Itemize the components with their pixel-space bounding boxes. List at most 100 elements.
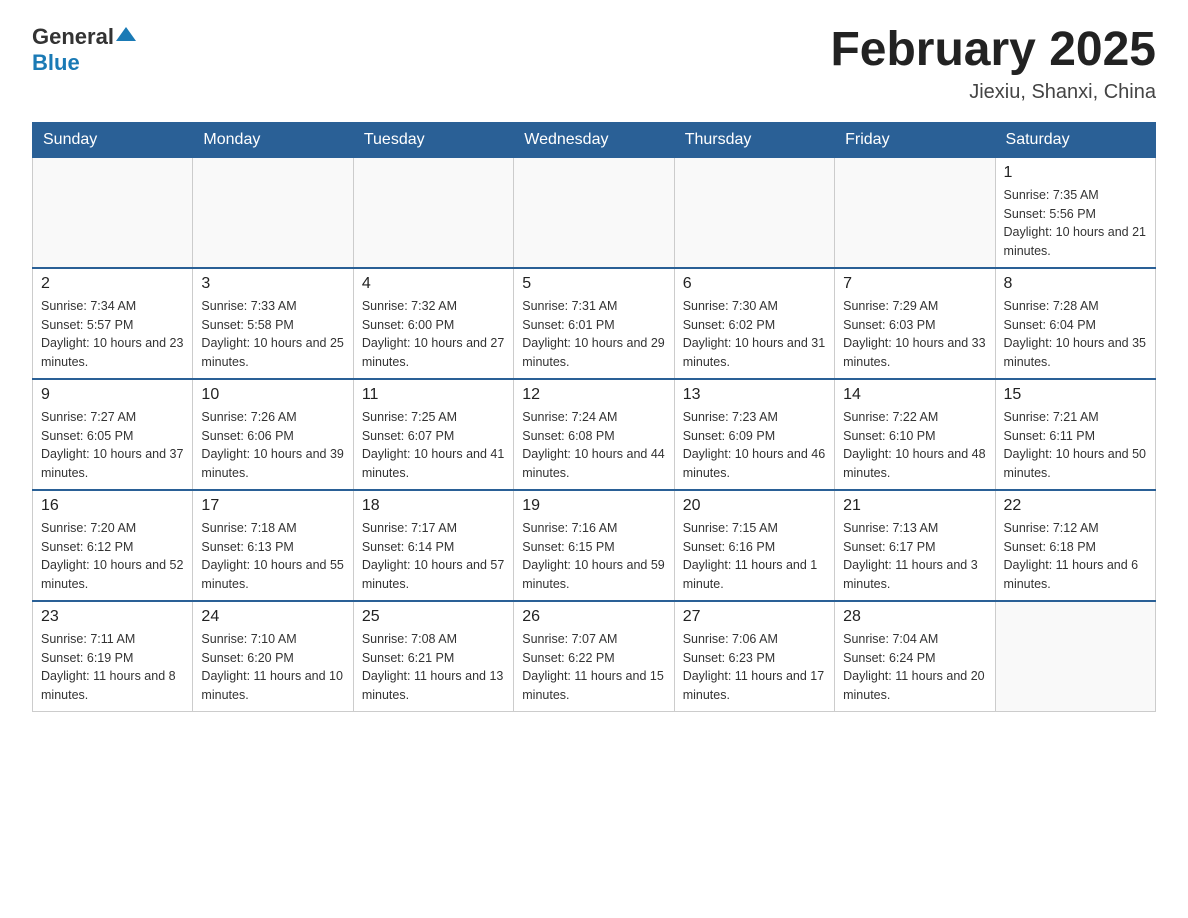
calendar-day-cell: 21 Sunrise: 7:13 AM Sunset: 6:17 PM Dayli…	[835, 490, 995, 601]
logo: General Blue	[32, 24, 136, 76]
calendar-month-title: February 2025	[830, 24, 1156, 77]
day-info: Sunrise: 7:10 AM Sunset: 6:20 PM Dayligh…	[201, 630, 344, 705]
day-info: Sunrise: 7:32 AM Sunset: 6:00 PM Dayligh…	[362, 297, 505, 372]
day-number: 26	[522, 608, 665, 626]
day-number: 14	[843, 386, 986, 404]
day-number: 23	[41, 608, 184, 626]
day-info: Sunrise: 7:33 AM Sunset: 5:58 PM Dayligh…	[201, 297, 344, 372]
day-number: 20	[683, 497, 826, 515]
day-info: Sunrise: 7:15 AM Sunset: 6:16 PM Dayligh…	[683, 519, 826, 594]
day-info: Sunrise: 7:12 AM Sunset: 6:18 PM Dayligh…	[1004, 519, 1147, 594]
day-info: Sunrise: 7:27 AM Sunset: 6:05 PM Dayligh…	[41, 408, 184, 483]
weekday-header-wednesday: Wednesday	[514, 122, 674, 157]
calendar-day-cell: 19 Sunrise: 7:16 AM Sunset: 6:15 PM Dayli…	[514, 490, 674, 601]
day-info: Sunrise: 7:20 AM Sunset: 6:12 PM Dayligh…	[41, 519, 184, 594]
day-info: Sunrise: 7:34 AM Sunset: 5:57 PM Dayligh…	[41, 297, 184, 372]
day-info: Sunrise: 7:30 AM Sunset: 6:02 PM Dayligh…	[683, 297, 826, 372]
day-info: Sunrise: 7:35 AM Sunset: 5:56 PM Dayligh…	[1004, 186, 1147, 261]
calendar-day-cell: 28 Sunrise: 7:04 AM Sunset: 6:24 PM Dayli…	[835, 601, 995, 712]
day-info: Sunrise: 7:07 AM Sunset: 6:22 PM Dayligh…	[522, 630, 665, 705]
day-info: Sunrise: 7:28 AM Sunset: 6:04 PM Dayligh…	[1004, 297, 1147, 372]
calendar-week-row: 9 Sunrise: 7:27 AM Sunset: 6:05 PM Daylig…	[33, 379, 1156, 490]
day-number: 5	[522, 275, 665, 293]
logo-triangle-icon	[116, 27, 136, 41]
day-number: 3	[201, 275, 344, 293]
day-number: 27	[683, 608, 826, 626]
calendar-day-cell	[995, 601, 1155, 712]
day-number: 12	[522, 386, 665, 404]
day-number: 1	[1004, 164, 1147, 182]
calendar-body: 1 Sunrise: 7:35 AM Sunset: 5:56 PM Daylig…	[33, 157, 1156, 711]
calendar-table: SundayMondayTuesdayWednesdayThursdayFrid…	[32, 122, 1156, 712]
day-info: Sunrise: 7:25 AM Sunset: 6:07 PM Dayligh…	[362, 408, 505, 483]
day-info: Sunrise: 7:23 AM Sunset: 6:09 PM Dayligh…	[683, 408, 826, 483]
day-number: 15	[1004, 386, 1147, 404]
weekday-header-friday: Friday	[835, 122, 995, 157]
day-number: 24	[201, 608, 344, 626]
calendar-week-row: 2Sunrise: 7:34 AM Sunset: 5:57 PM Daylig…	[33, 268, 1156, 379]
day-number: 8	[1004, 275, 1147, 293]
calendar-day-cell	[835, 157, 995, 268]
calendar-week-row: 16 Sunrise: 7:20 AM Sunset: 6:12 PM Dayli…	[33, 490, 1156, 601]
day-number: 28	[843, 608, 986, 626]
day-info: Sunrise: 7:18 AM Sunset: 6:13 PM Dayligh…	[201, 519, 344, 594]
calendar-day-cell: 1 Sunrise: 7:35 AM Sunset: 5:56 PM Daylig…	[995, 157, 1155, 268]
calendar-day-cell: 2Sunrise: 7:34 AM Sunset: 5:57 PM Daylig…	[33, 268, 193, 379]
calendar-header-row: SundayMondayTuesdayWednesdayThursdayFrid…	[33, 122, 1156, 157]
calendar-day-cell	[353, 157, 513, 268]
weekday-header-saturday: Saturday	[995, 122, 1155, 157]
day-info: Sunrise: 7:26 AM Sunset: 6:06 PM Dayligh…	[201, 408, 344, 483]
day-number: 10	[201, 386, 344, 404]
calendar-day-cell: 14 Sunrise: 7:22 AM Sunset: 6:10 PM Dayli…	[835, 379, 995, 490]
day-number: 9	[41, 386, 184, 404]
day-info: Sunrise: 7:04 AM Sunset: 6:24 PM Dayligh…	[843, 630, 986, 705]
calendar-day-cell: 6Sunrise: 7:30 AM Sunset: 6:02 PM Daylig…	[674, 268, 834, 379]
day-number: 16	[41, 497, 184, 515]
weekday-header-monday: Monday	[193, 122, 353, 157]
logo-general-text: General	[32, 24, 114, 50]
calendar-day-cell: 18 Sunrise: 7:17 AM Sunset: 6:14 PM Dayli…	[353, 490, 513, 601]
weekday-header-sunday: Sunday	[33, 122, 193, 157]
day-number: 11	[362, 386, 505, 404]
calendar-day-cell: 20 Sunrise: 7:15 AM Sunset: 6:16 PM Dayli…	[674, 490, 834, 601]
calendar-week-row: 23 Sunrise: 7:11 AM Sunset: 6:19 PM Dayli…	[33, 601, 1156, 712]
day-number: 7	[843, 275, 986, 293]
day-number: 13	[683, 386, 826, 404]
calendar-day-cell: 13 Sunrise: 7:23 AM Sunset: 6:09 PM Dayli…	[674, 379, 834, 490]
logo-blue-text: Blue	[32, 50, 80, 76]
weekday-header-thursday: Thursday	[674, 122, 834, 157]
calendar-day-cell: 4Sunrise: 7:32 AM Sunset: 6:00 PM Daylig…	[353, 268, 513, 379]
calendar-week-row: 1 Sunrise: 7:35 AM Sunset: 5:56 PM Daylig…	[33, 157, 1156, 268]
calendar-day-cell	[674, 157, 834, 268]
calendar-day-cell: 12 Sunrise: 7:24 AM Sunset: 6:08 PM Dayli…	[514, 379, 674, 490]
calendar-day-cell: 9 Sunrise: 7:27 AM Sunset: 6:05 PM Daylig…	[33, 379, 193, 490]
calendar-day-cell: 8 Sunrise: 7:28 AM Sunset: 6:04 PM Daylig…	[995, 268, 1155, 379]
day-info: Sunrise: 7:24 AM Sunset: 6:08 PM Dayligh…	[522, 408, 665, 483]
day-number: 18	[362, 497, 505, 515]
day-number: 21	[843, 497, 986, 515]
day-number: 19	[522, 497, 665, 515]
day-info: Sunrise: 7:22 AM Sunset: 6:10 PM Dayligh…	[843, 408, 986, 483]
calendar-location: Jiexiu, Shanxi, China	[830, 81, 1156, 104]
calendar-day-cell	[193, 157, 353, 268]
calendar-day-cell	[33, 157, 193, 268]
calendar-day-cell: 27 Sunrise: 7:06 AM Sunset: 6:23 PM Dayli…	[674, 601, 834, 712]
calendar-day-cell: 17 Sunrise: 7:18 AM Sunset: 6:13 PM Dayli…	[193, 490, 353, 601]
weekday-header-tuesday: Tuesday	[353, 122, 513, 157]
day-info: Sunrise: 7:17 AM Sunset: 6:14 PM Dayligh…	[362, 519, 505, 594]
calendar-title-area: February 2025 Jiexiu, Shanxi, China	[830, 24, 1156, 104]
calendar-day-cell	[514, 157, 674, 268]
day-number: 25	[362, 608, 505, 626]
day-info: Sunrise: 7:08 AM Sunset: 6:21 PM Dayligh…	[362, 630, 505, 705]
day-number: 17	[201, 497, 344, 515]
day-info: Sunrise: 7:11 AM Sunset: 6:19 PM Dayligh…	[41, 630, 184, 705]
calendar-day-cell: 25 Sunrise: 7:08 AM Sunset: 6:21 PM Dayli…	[353, 601, 513, 712]
calendar-day-cell: 26 Sunrise: 7:07 AM Sunset: 6:22 PM Dayli…	[514, 601, 674, 712]
calendar-day-cell: 10 Sunrise: 7:26 AM Sunset: 6:06 PM Dayli…	[193, 379, 353, 490]
day-info: Sunrise: 7:16 AM Sunset: 6:15 PM Dayligh…	[522, 519, 665, 594]
day-info: Sunrise: 7:13 AM Sunset: 6:17 PM Dayligh…	[843, 519, 986, 594]
day-number: 22	[1004, 497, 1147, 515]
day-info: Sunrise: 7:06 AM Sunset: 6:23 PM Dayligh…	[683, 630, 826, 705]
calendar-day-cell: 11 Sunrise: 7:25 AM Sunset: 6:07 PM Dayli…	[353, 379, 513, 490]
day-info: Sunrise: 7:21 AM Sunset: 6:11 PM Dayligh…	[1004, 408, 1147, 483]
